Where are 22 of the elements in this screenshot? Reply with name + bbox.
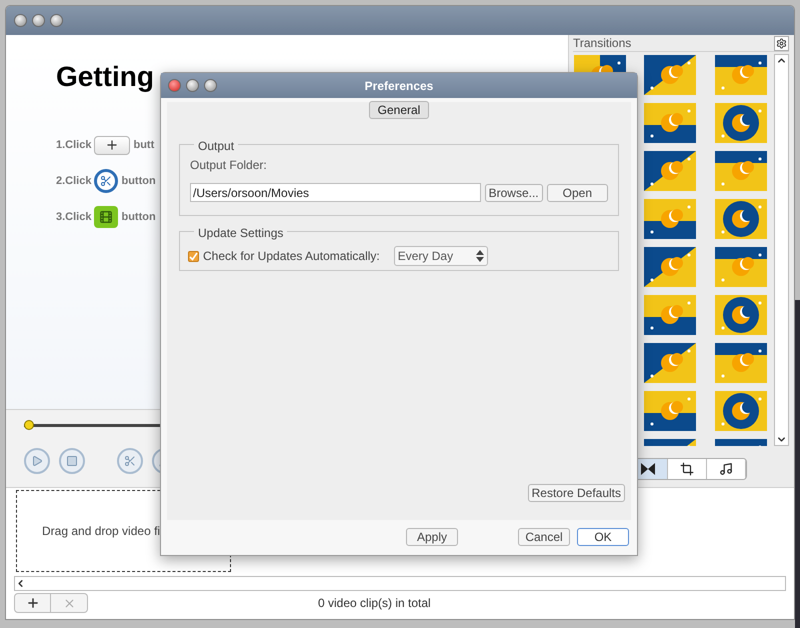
dialog-button[interactable]: Apply (406, 528, 458, 546)
dialog-button[interactable]: Cancel (518, 528, 570, 546)
output-folder-field[interactable]: /Users/orsoon/Movies (190, 183, 481, 202)
dialog-button[interactable]: OK (577, 528, 629, 546)
browse-button[interactable]: Browse... (484, 184, 543, 202)
status-text: 0 video clip(s) in total (318, 595, 431, 612)
step-text: button (121, 210, 156, 225)
step-text: butt (133, 138, 154, 153)
step-label: 2.Click (56, 174, 92, 189)
step-label: 3.Click (56, 210, 92, 225)
frequency-select[interactable]: Every Day (394, 246, 488, 266)
open-button[interactable]: Open (546, 184, 608, 202)
dialog-title: Preferences (364, 78, 434, 94)
step-text: button (121, 174, 156, 189)
drop-hint: Drag and drop video fi (42, 523, 160, 540)
panel-title: Transitions (573, 35, 632, 52)
step-label: 1.Click (56, 138, 92, 153)
checkbox-label: Check for Updates Automatically: (203, 248, 380, 265)
heading: Getting (56, 60, 154, 94)
field-label: Output Folder: (190, 157, 268, 174)
restore-defaults-button[interactable]: Restore Defaults (528, 484, 625, 502)
preferences-tab[interactable]: General (368, 101, 430, 119)
